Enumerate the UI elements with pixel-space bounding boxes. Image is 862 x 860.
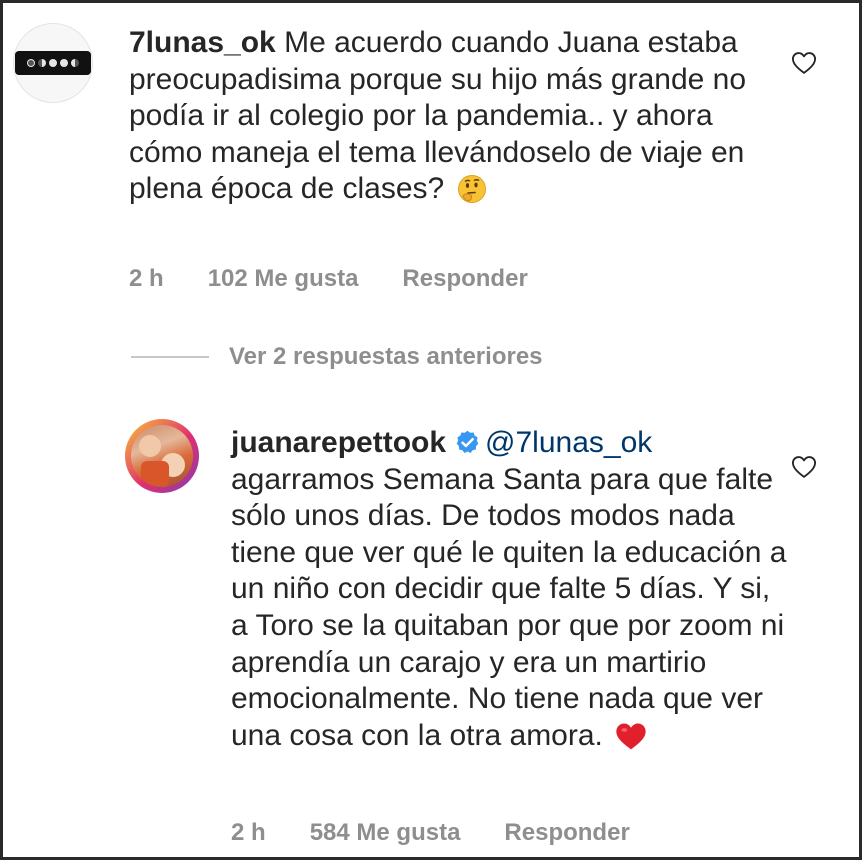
like-heart-icon[interactable] <box>789 49 819 77</box>
mention-link[interactable]: @7lunas_ok <box>485 426 652 459</box>
reply-meta: 2 h 584 Me gusta Responder <box>231 819 674 847</box>
reply-body: juanarepettook @7lunas_ok agarramos Sema… <box>231 425 791 760</box>
view-replies-label: Ver 2 respuestas anteriores <box>229 343 543 370</box>
avatar[interactable] <box>13 23 93 103</box>
like-heart-icon[interactable] <box>789 453 819 481</box>
moon-phases-logo <box>15 51 91 75</box>
reply-button[interactable]: Responder <box>402 265 527 293</box>
comment-username[interactable]: 7lunas_ok <box>129 26 276 59</box>
divider-line <box>131 356 209 358</box>
comment-meta: 2 h 102 Me gusta Responder <box>129 265 572 293</box>
reply-button[interactable]: Responder <box>504 819 629 847</box>
red-heart-emoji-icon <box>615 721 647 761</box>
profile-photo <box>131 425 193 487</box>
comment-body: 7lunas_ok Me acuerdo cuando Juana estaba… <box>129 25 769 214</box>
thinking-face-emoji-icon <box>457 174 487 214</box>
view-replies-button[interactable]: Ver 2 respuestas anteriores <box>131 343 543 371</box>
avatar[interactable] <box>125 419 199 493</box>
reply-username[interactable]: juanarepettook <box>231 426 446 459</box>
verified-badge-icon <box>456 430 479 453</box>
likes-count[interactable]: 102 Me gusta <box>208 265 359 293</box>
comments-screen: 7lunas_ok Me acuerdo cuando Juana estaba… <box>3 3 859 857</box>
likes-count[interactable]: 584 Me gusta <box>310 819 461 847</box>
comment-time: 2 h <box>129 265 164 292</box>
reply-time: 2 h <box>231 819 266 846</box>
reply-text: agarramos Semana Santa para que falte só… <box>231 462 787 752</box>
